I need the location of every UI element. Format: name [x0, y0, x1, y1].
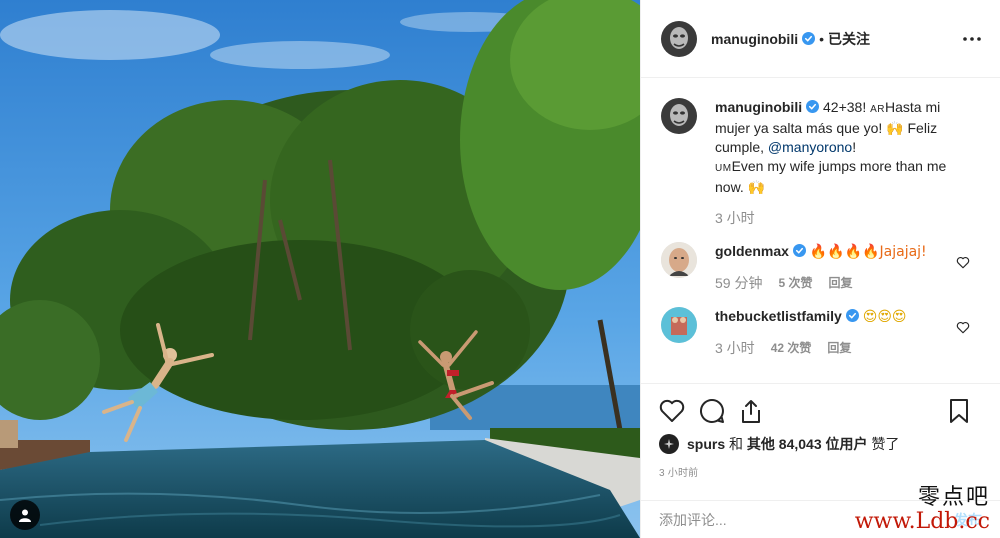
- comment-input[interactable]: [659, 511, 954, 528]
- comments-list[interactable]: manuginobili 42+38! ARHasta mi mujer ya …: [641, 78, 1000, 383]
- add-comment-section: 发布: [641, 500, 1000, 538]
- save-button[interactable]: [948, 398, 970, 424]
- comment-icon: [700, 398, 724, 423]
- caption: manuginobili 42+38! ARHasta mi mujer ya …: [661, 98, 982, 228]
- share-icon: [742, 400, 760, 423]
- comment-button[interactable]: [699, 398, 725, 424]
- comment-username[interactable]: goldenmax: [715, 243, 789, 259]
- flag-um: UM: [715, 163, 732, 174]
- author-avatar[interactable]: [661, 20, 697, 57]
- comment-time[interactable]: 59 分钟: [715, 274, 762, 293]
- like-button[interactable]: [659, 399, 685, 423]
- comment-username[interactable]: thebucketlistfamily: [715, 308, 842, 324]
- comment-likes[interactable]: 5 次赞: [778, 274, 812, 293]
- bookmark-icon: [950, 399, 968, 423]
- caption-time[interactable]: 3 小时: [715, 209, 755, 228]
- reply-button[interactable]: 回复: [827, 339, 851, 358]
- commenter-avatar[interactable]: [661, 307, 697, 343]
- likes-and: 和: [725, 436, 747, 452]
- author-avatar[interactable]: [661, 98, 697, 134]
- post-header: manuginobili • 已关注: [641, 0, 1000, 78]
- verified-badge-icon: [806, 100, 820, 113]
- comment-time[interactable]: 3 小时: [715, 339, 755, 358]
- caption-username[interactable]: manuginobili: [715, 99, 802, 115]
- author-username[interactable]: manuginobili: [711, 31, 798, 47]
- reply-button[interactable]: 回复: [828, 274, 852, 293]
- beach-pool-photo: [0, 0, 640, 538]
- post-comment-button[interactable]: 发布: [954, 510, 982, 530]
- verified-badge-icon: [792, 244, 806, 257]
- comment-item: goldenmax 🔥🔥🔥🔥Jajajaj! 59 分钟 5 次赞 回复: [661, 242, 982, 293]
- caption-text: !: [852, 139, 857, 155]
- post-actions: spurs 和 其他 84,043 位用户 赞了 3 小时前: [641, 383, 1000, 479]
- heart-icon: [659, 399, 685, 422]
- post-timestamp[interactable]: 3 小时前: [659, 464, 984, 479]
- commenter-avatar[interactable]: [661, 242, 697, 278]
- comment-like-heart-icon[interactable]: [956, 256, 970, 269]
- likes-count[interactable]: 其他 84,043 位用户: [747, 434, 868, 454]
- likes-summary: spurs 和 其他 84,043 位用户 赞了: [659, 434, 984, 454]
- flag-ar: AR: [870, 104, 886, 115]
- post-photo[interactable]: [0, 0, 640, 538]
- comment-item: thebucketlistfamily 😍😍😍 3 小时 42 次赞 回复: [661, 307, 982, 358]
- comment-likes[interactable]: 42 次赞: [771, 339, 812, 358]
- comment-like-heart-icon[interactable]: [956, 321, 970, 334]
- caption-text: Even my wife jumps more than me now. 🙌: [715, 158, 947, 195]
- likes-suffix: 赞了: [867, 436, 900, 452]
- verified-badge-icon: [845, 309, 859, 322]
- liker-avatar[interactable]: [659, 434, 679, 454]
- caption-text: 42+38!: [823, 99, 871, 115]
- separator-dot: •: [819, 30, 825, 47]
- verified-badge-icon: [802, 32, 816, 45]
- mention-link[interactable]: @manyorono: [768, 139, 852, 155]
- user-tag-button[interactable]: [10, 500, 40, 530]
- comment-text: 🔥🔥🔥🔥Jajajaj!: [809, 244, 927, 260]
- comment-text: 😍😍😍: [862, 309, 907, 325]
- post-side-panel: manuginobili • 已关注 manuginobili 42+38! A…: [640, 0, 1000, 538]
- following-button[interactable]: 已关注: [828, 29, 870, 49]
- share-button[interactable]: [739, 398, 763, 424]
- more-options-button[interactable]: [960, 27, 984, 51]
- user-tag-icon: [19, 509, 31, 522]
- spurs-logo-icon: [664, 439, 674, 449]
- more-options-icon: [963, 36, 981, 41]
- liker-username[interactable]: spurs: [687, 436, 725, 452]
